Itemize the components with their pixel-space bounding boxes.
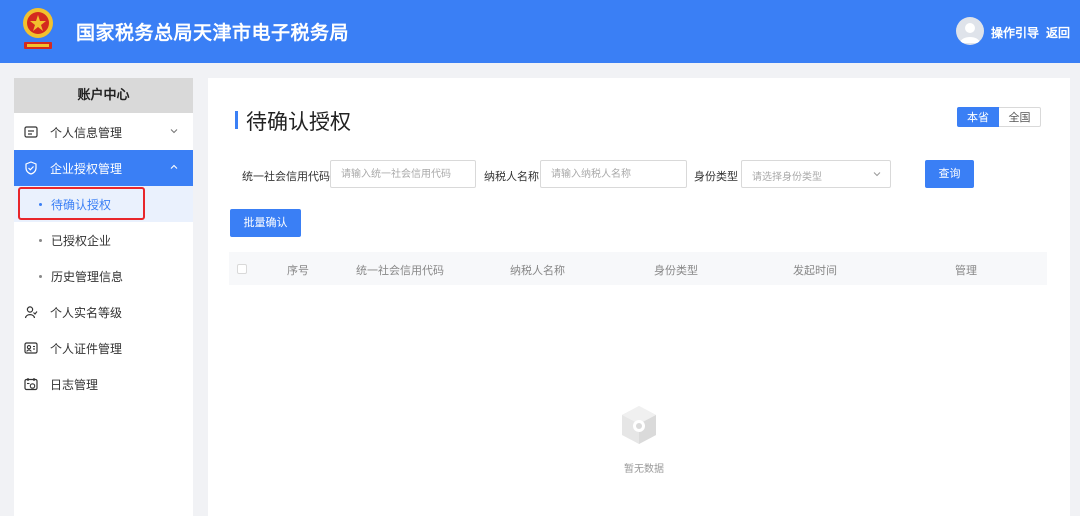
sidebar-heading: 账户中心: [14, 78, 193, 113]
credit-code-label: 统一社会信用代码: [242, 170, 330, 183]
menu-item-label: 个人证件管理: [50, 342, 123, 356]
column-header: 纳税人名称: [510, 264, 565, 277]
identity-type-label: 身份类型: [694, 170, 738, 183]
sub-item-history[interactable]: 历史管理信息: [14, 258, 193, 294]
column-header: 身份类型: [654, 264, 698, 277]
shield-check-icon: [25, 161, 37, 175]
select-all-checkbox[interactable]: [237, 264, 247, 274]
region-national-button[interactable]: 全国: [999, 107, 1041, 127]
menu-item-logs[interactable]: 日志管理: [14, 366, 193, 402]
user-icon: [960, 23, 980, 43]
back-link[interactable]: 返回: [1046, 24, 1070, 41]
bullet-dot-icon: [39, 239, 42, 242]
identity-type-placeholder: 请选择身份类型: [752, 172, 822, 183]
query-button[interactable]: 查询: [925, 160, 974, 188]
person-icon: [24, 306, 38, 319]
menu-item-enterprise-auth[interactable]: 企业授权管理: [14, 150, 193, 186]
column-header: 发起时间: [793, 264, 837, 277]
menu-item-realname-level[interactable]: 个人实名等级: [14, 294, 193, 330]
menu-item-label: 个人信息管理: [50, 126, 123, 140]
badge-icon: [24, 342, 38, 354]
menu-item-label: 企业授权管理: [50, 162, 123, 176]
credit-code-input[interactable]: [330, 160, 476, 188]
highlight-annotation: [18, 187, 145, 220]
operation-guide-link[interactable]: 操作引导: [991, 24, 1039, 41]
menu-item-label: 日志管理: [50, 378, 99, 392]
column-header: 管理: [955, 264, 977, 277]
sub-item-label: 已授权企业: [51, 234, 112, 248]
empty-box-icon: [622, 406, 656, 444]
site-title: 国家税务总局天津市电子税务局: [76, 22, 350, 44]
menu-item-label: 个人实名等级: [50, 306, 123, 320]
main-panel: 待确认授权 本省 全国 统一社会信用代码 纳税人名称 身份类型 请选择身份类型 …: [208, 78, 1070, 516]
sidebar: 账户中心 个人信息管理 企业授权管理 待确认授权 已授权企业 历史管理信息 个人…: [14, 78, 193, 516]
empty-state-text: 暂无数据: [624, 464, 664, 475]
chevron-down-icon: [873, 172, 881, 177]
menu-item-certificates[interactable]: 个人证件管理: [14, 330, 193, 366]
page-title: 待确认授权: [246, 110, 351, 134]
sub-item-label: 历史管理信息: [51, 270, 124, 284]
id-card-icon: [24, 126, 38, 138]
taxpayer-name-label: 纳税人名称: [484, 170, 539, 183]
bullet-dot-icon: [39, 275, 42, 278]
title-accent-bar: [235, 111, 238, 129]
region-local-button[interactable]: 本省: [957, 107, 999, 127]
chevron-down-icon: [170, 129, 178, 134]
batch-confirm-button[interactable]: 批量确认: [230, 209, 301, 237]
user-avatar[interactable]: [956, 17, 984, 45]
region-toggle: 本省 全国: [957, 107, 1041, 127]
identity-type-select[interactable]: 请选择身份类型: [741, 160, 891, 188]
menu-item-personal-info[interactable]: 个人信息管理: [14, 114, 193, 150]
column-header: 序号: [287, 264, 309, 277]
chevron-up-icon: [170, 164, 178, 169]
table-header: 序号 统一社会信用代码 纳税人名称 身份类型 发起时间 管理: [229, 252, 1047, 285]
top-header: 国家税务总局天津市电子税务局 操作引导 返回: [0, 0, 1080, 63]
sub-item-authorized-enterprises[interactable]: 已授权企业: [14, 222, 193, 258]
calendar-icon: [24, 378, 38, 391]
taxpayer-name-input[interactable]: [540, 160, 687, 188]
tax-emblem-logo: [23, 8, 53, 49]
column-header: 统一社会信用代码: [356, 264, 444, 277]
